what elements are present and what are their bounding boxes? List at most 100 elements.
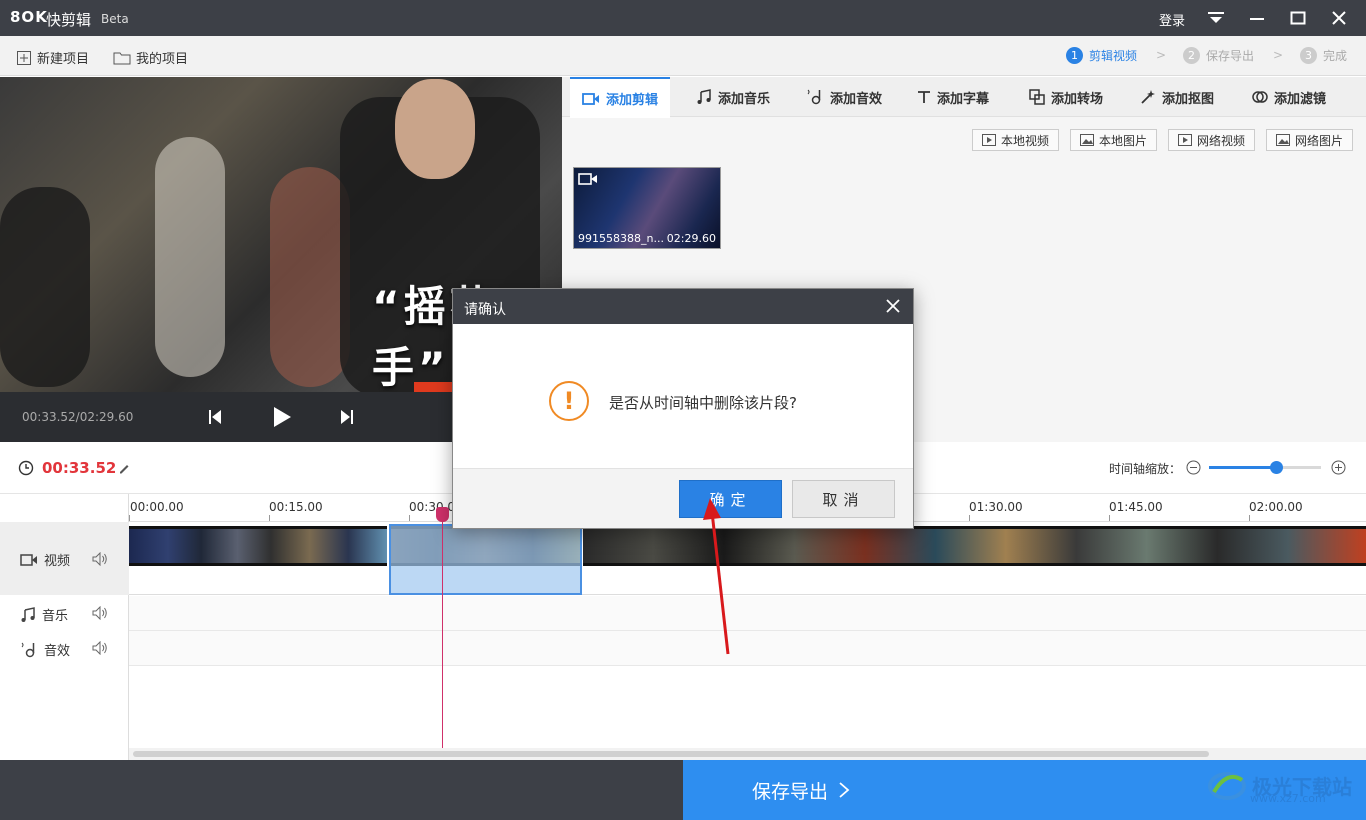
scrollbar-thumb[interactable] bbox=[133, 751, 1209, 757]
confirm-dialog: 请确认 ! 是否从时间轴中删除该片段? 确定 取消 bbox=[452, 288, 914, 529]
zoom-in-icon[interactable] bbox=[1331, 460, 1346, 475]
dialog-title: 请确认 bbox=[464, 302, 506, 318]
timeline-scrollbar[interactable] bbox=[129, 748, 1366, 760]
music-track[interactable] bbox=[129, 596, 1366, 631]
ruler-tick: 00:15.00 bbox=[269, 500, 323, 514]
tab-add-clip[interactable]: 添加剪辑 bbox=[570, 77, 671, 118]
tab-label: 添加音效 bbox=[830, 91, 883, 107]
dialog-footer: 确定 取消 bbox=[453, 468, 913, 528]
login-link[interactable]: 登录 bbox=[1159, 10, 1185, 29]
watermark-logo-icon bbox=[1208, 772, 1246, 800]
video-clip-segment[interactable] bbox=[129, 526, 387, 566]
video-camera-icon bbox=[20, 553, 37, 566]
zoom-slider[interactable] bbox=[1209, 461, 1321, 474]
preview-face bbox=[395, 79, 475, 179]
ruler-tick-line bbox=[129, 515, 130, 521]
watermark-url: www.xz7.com bbox=[1250, 792, 1326, 805]
speaker-icon[interactable] bbox=[92, 552, 108, 566]
timeline-tracks bbox=[129, 522, 1366, 760]
step-label: 剪辑视频 bbox=[1089, 49, 1138, 63]
ruler-tick: 02:00.00 bbox=[1249, 500, 1303, 514]
tab-add-music[interactable]: 添加音乐 bbox=[684, 77, 782, 117]
source-label: 网络视频 bbox=[1197, 133, 1246, 148]
step-number: 2 bbox=[1183, 47, 1200, 64]
step-done[interactable]: 3 完成 bbox=[1300, 47, 1347, 64]
preview-figure bbox=[270, 167, 350, 387]
warning-icon: ! bbox=[549, 381, 589, 421]
step-number: 3 bbox=[1300, 47, 1317, 64]
magic-wand-icon bbox=[1141, 90, 1155, 104]
video-track[interactable] bbox=[129, 522, 1366, 595]
maximize-icon[interactable] bbox=[1286, 6, 1310, 30]
video-clip-segment[interactable] bbox=[583, 526, 1366, 566]
player-timecode: 00:33.52/02:29.60 bbox=[22, 410, 134, 424]
save-export-label: 保存导出 bbox=[752, 780, 829, 803]
tab-add-sfx[interactable]: 添加音效 bbox=[794, 77, 894, 117]
video-track-label: 视频 bbox=[20, 550, 70, 569]
ruler-tick: 01:30.00 bbox=[969, 500, 1023, 514]
video-track-header: 视频 bbox=[0, 522, 129, 595]
filter-icon bbox=[1252, 91, 1268, 103]
zoom-slider-handle[interactable] bbox=[1270, 461, 1284, 474]
menu-dropdown-icon[interactable] bbox=[1204, 6, 1228, 30]
local-video-button[interactable]: 本地视频 bbox=[972, 129, 1060, 151]
image-icon bbox=[1080, 134, 1094, 146]
ok-button[interactable]: 确定 bbox=[679, 480, 782, 518]
skip-back-icon[interactable] bbox=[202, 404, 228, 430]
media-clip-thumbnail[interactable]: 991558388_n... 02:29.60 bbox=[573, 167, 721, 249]
ruler-tick-line bbox=[1249, 515, 1250, 521]
asset-tabs: 添加剪辑 添加音乐 添加音效 添加字幕 添加转场 添加抠图 添加滤镜 bbox=[562, 77, 1366, 118]
close-icon[interactable] bbox=[1327, 6, 1351, 30]
watermark: 极光下载站 www.xz7.com bbox=[1208, 766, 1352, 805]
tab-add-transition[interactable]: 添加转场 bbox=[1017, 77, 1115, 117]
music-note-icon bbox=[21, 606, 35, 622]
skip-forward-icon[interactable] bbox=[334, 404, 360, 430]
app-badge: Beta bbox=[101, 12, 129, 26]
sfx-track[interactable] bbox=[129, 631, 1366, 666]
playhead-handle[interactable] bbox=[436, 507, 449, 522]
minimize-icon[interactable] bbox=[1245, 6, 1269, 30]
bottom-bar bbox=[0, 760, 683, 820]
zoom-label: 时间轴缩放： bbox=[1109, 462, 1182, 476]
dialog-header: 请确认 bbox=[453, 289, 913, 324]
local-image-button[interactable]: 本地图片 bbox=[1070, 129, 1158, 151]
play-icon[interactable] bbox=[269, 404, 295, 430]
my-projects-button[interactable]: 我的项目 bbox=[113, 48, 188, 67]
zoom-slider-fill bbox=[1209, 466, 1277, 469]
plus-box-icon bbox=[17, 50, 31, 65]
selected-clip-highlight[interactable] bbox=[389, 524, 582, 595]
online-image-button[interactable]: 网络图片 bbox=[1266, 129, 1354, 151]
close-icon[interactable] bbox=[883, 296, 903, 316]
edit-pencil-icon[interactable] bbox=[118, 462, 130, 474]
speaker-icon[interactable] bbox=[92, 641, 108, 655]
video-file-icon bbox=[1178, 134, 1192, 146]
step-number: 1 bbox=[1066, 47, 1083, 64]
ruler-tick: 01:45.00 bbox=[1109, 500, 1163, 514]
tab-label: 添加字幕 bbox=[937, 91, 990, 107]
source-label: 网络图片 bbox=[1295, 133, 1344, 148]
tab-label: 添加转场 bbox=[1051, 91, 1104, 107]
folder-icon bbox=[113, 52, 131, 65]
chevron-right-icon: > bbox=[1156, 48, 1167, 62]
transition-icon bbox=[1029, 89, 1045, 105]
sfx-track-label: 音效 bbox=[20, 640, 70, 659]
clip-duration: 02:29.60 bbox=[666, 232, 716, 245]
zoom-out-icon[interactable] bbox=[1186, 460, 1201, 475]
tab-add-filter[interactable]: 添加滤镜 bbox=[1240, 77, 1338, 117]
my-projects-label: 我的项目 bbox=[136, 52, 189, 67]
speaker-icon[interactable] bbox=[92, 606, 108, 620]
image-icon bbox=[1276, 134, 1290, 146]
clock-icon bbox=[18, 460, 34, 476]
cancel-button[interactable]: 取消 bbox=[792, 480, 895, 518]
tab-add-subtitle[interactable]: 添加字幕 bbox=[905, 77, 1001, 117]
tab-add-cutout[interactable]: 添加抠图 bbox=[1128, 77, 1226, 117]
ruler-tick-line bbox=[269, 515, 270, 521]
step-edit-video[interactable]: 1 剪辑视频 bbox=[1066, 47, 1137, 64]
main-toolbar: 新建项目 我的项目 1 剪辑视频 > 2 保存导出 > 3 完成 bbox=[0, 36, 1366, 76]
sound-effect-icon bbox=[807, 89, 821, 105]
app-name: 快剪辑 bbox=[46, 11, 92, 29]
step-save-export[interactable]: 2 保存导出 bbox=[1183, 47, 1254, 64]
new-project-button[interactable]: 新建项目 bbox=[16, 48, 89, 67]
online-video-button[interactable]: 网络视频 bbox=[1168, 129, 1256, 151]
sound-effect-icon bbox=[21, 642, 35, 657]
